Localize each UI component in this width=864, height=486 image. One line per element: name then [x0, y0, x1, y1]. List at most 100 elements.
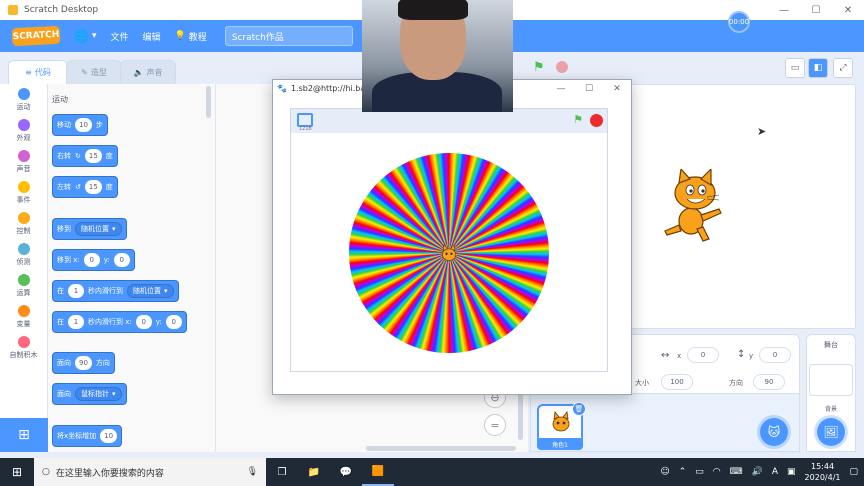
block-number-input[interactable]: 10 [100, 429, 118, 443]
people-icon[interactable]: ☺ [660, 467, 669, 477]
clock-date: 2020/4/1 [804, 473, 841, 482]
player-green-flag-icon[interactable]: ⚑ [573, 113, 583, 126]
taskbar-scratch[interactable]: 🟧 [362, 458, 394, 486]
player-window[interactable]: 🐾 1.sb2@http://hi.ba — ☐ ✕ 1218 ⚑ [272, 79, 632, 395]
close-button[interactable]: ✕ [832, 0, 864, 20]
category-dot [17, 242, 30, 255]
palette-scrollbar[interactable] [206, 86, 211, 118]
block-change-x[interactable]: 将x坐标增加 10 [52, 425, 123, 447]
block-glide-xy[interactable]: 在 1 秒内滑行到 x: 0 y: 0 [52, 311, 187, 333]
block-number-input[interactable]: 15 [84, 180, 102, 194]
tab-code[interactable]: ≡ 代码 [8, 60, 68, 84]
add-backdrop-button[interactable]: 🖼 [817, 418, 845, 446]
scratch-cat-sprite[interactable] [657, 169, 727, 243]
taskbar-file-explorer[interactable]: 📁 [298, 458, 330, 486]
block-number-input[interactable]: 10 [75, 118, 92, 132]
block-number-input[interactable]: 90 [75, 356, 92, 370]
player-maximize-button[interactable]: ☐ [575, 80, 603, 97]
keyboard-icon[interactable]: ⌨ [730, 467, 743, 477]
block-number-input[interactable]: 0 [83, 253, 100, 267]
block-point-direction[interactable]: 面向 90 方向 [52, 352, 115, 374]
block-number-input[interactable]: 15 [84, 149, 102, 163]
sprite-direction-input[interactable]: 90 [753, 374, 785, 390]
task-view-icon: ❐ [277, 466, 287, 478]
player-close-button[interactable]: ✕ [603, 80, 631, 97]
block-move-steps[interactable]: 移动 10 步 [52, 114, 108, 136]
block-number-input[interactable]: 0 [165, 315, 182, 329]
direction-label: 方向 [729, 379, 743, 387]
minimize-button[interactable]: — [768, 0, 800, 20]
ime-indicator[interactable]: A [772, 467, 778, 477]
code-horizontal-scrollbar[interactable] [366, 446, 516, 451]
zoom-equal-button[interactable]: = [484, 414, 506, 436]
block-dropdown[interactable]: 鼠标指针 ▾ [75, 387, 122, 401]
dropdown-value: 随机位置 [81, 225, 109, 233]
tab-sounds[interactable]: 🔈 声音 [120, 60, 176, 84]
player-cat-sprite[interactable] [439, 243, 459, 263]
delete-sprite-button[interactable]: 🗑 [572, 402, 586, 416]
category-dot [17, 180, 30, 193]
block-number-input[interactable]: 0 [113, 253, 130, 267]
block-number-input[interactable]: 0 [135, 315, 152, 329]
category-control[interactable]: 控制 [0, 208, 47, 239]
small-stage-button[interactable]: ▭ [785, 58, 805, 78]
start-button[interactable]: ⊞ [0, 458, 34, 486]
player-minimize-button[interactable]: — [547, 80, 575, 97]
sprite-x-input[interactable]: 0 [687, 347, 719, 363]
windows-taskbar: ⊞ ○ 在这里输入你要搜索的内容 🎙 ❐ 📁 💬 🟧 ☺ ⌃ ▭ ◠ ⌨ 🔊 A… [0, 458, 864, 486]
block-dropdown[interactable]: 随机位置 ▾ [127, 284, 174, 298]
file-menu[interactable]: 文件 [110, 30, 128, 43]
sprite-size-input[interactable]: 100 [661, 374, 693, 390]
block-goto-xy[interactable]: 移到 x: 0 y: 0 [52, 249, 135, 271]
add-extension-button[interactable]: ⊞ [0, 418, 48, 452]
add-sprite-button[interactable]: 🐱 [760, 418, 788, 446]
battery-icon[interactable]: ▭ [695, 467, 704, 477]
player-fullscreen-button[interactable] [297, 113, 313, 127]
block-dropdown[interactable]: 随机位置 ▾ [75, 222, 122, 236]
backdrop-thumbnail[interactable] [809, 364, 853, 396]
taskbar-search-box[interactable]: ○ 在这里输入你要搜索的内容 🎙 [34, 458, 266, 486]
category-events[interactable]: 事件 [0, 177, 47, 208]
antivirus-icon[interactable]: ▣ [787, 467, 796, 477]
volume-icon[interactable]: 🔊 [752, 467, 763, 477]
category-operators[interactable]: 运算 [0, 270, 47, 301]
player-stage[interactable]: 1218 ⚑ [290, 108, 608, 372]
microphone-icon[interactable]: 🎙 [247, 467, 258, 477]
block-turn-left[interactable]: 左转 ↺ 15 度 [52, 176, 118, 198]
block-number-input[interactable]: 1 [68, 284, 84, 298]
scratch-logo[interactable]: SCRATCH [11, 25, 61, 47]
tab-costumes[interactable]: ✎ 造型 [66, 60, 122, 84]
notification-icon[interactable]: ▢ [849, 467, 858, 477]
block-number-input[interactable]: 1 [68, 315, 84, 329]
task-view-button[interactable]: ❐ [266, 458, 298, 486]
fullscreen-button[interactable]: ⤢ [833, 58, 853, 78]
category-looks[interactable]: 外观 [0, 115, 47, 146]
project-title-input[interactable]: Scratch作品 [224, 26, 353, 46]
block-glide[interactable]: 在 1 秒内滑行到 随机位置 ▾ [52, 280, 179, 302]
player-stop-button[interactable] [590, 114, 603, 127]
sprite-y-input[interactable]: 0 [759, 347, 791, 363]
category-my-blocks[interactable]: 自制积木 [0, 332, 47, 363]
category-variables[interactable]: 变量 [0, 301, 47, 332]
taskbar-clock[interactable]: 15:44 2020/4/1 [805, 461, 841, 483]
tutorials-menu[interactable]: 💡 教程 [175, 30, 207, 43]
category-sound[interactable]: 声音 [0, 146, 47, 177]
block-point-towards[interactable]: 面向 鼠标指针 ▾ [52, 383, 127, 405]
green-flag-icon[interactable]: ⚑ [533, 60, 545, 75]
maximize-button[interactable]: ☐ [800, 0, 832, 20]
block-goto[interactable]: 移到 随机位置 ▾ [52, 218, 127, 240]
normal-stage-button[interactable]: ◧ [808, 58, 828, 78]
category-sensing[interactable]: 侦测 [0, 239, 47, 270]
edit-menu[interactable]: 编辑 [143, 30, 161, 43]
taskbar-wechat[interactable]: 💬 [330, 458, 362, 486]
wifi-icon[interactable]: ◠ [713, 467, 721, 477]
scratch-taskbar-icon: 🟧 [371, 465, 385, 477]
stop-button[interactable] [556, 61, 568, 73]
chevron-up-icon[interactable]: ⌃ [679, 467, 687, 477]
language-menu[interactable]: 🌐 ▾ [74, 29, 96, 43]
sprite-name-label: 角色1 [537, 438, 583, 450]
timer-badge[interactable]: 00:00 [728, 11, 750, 33]
block-turn-right[interactable]: 右转 ↻ 15 度 [52, 145, 118, 167]
category-motion[interactable]: 运动 [0, 84, 47, 115]
category-dot [17, 149, 30, 162]
